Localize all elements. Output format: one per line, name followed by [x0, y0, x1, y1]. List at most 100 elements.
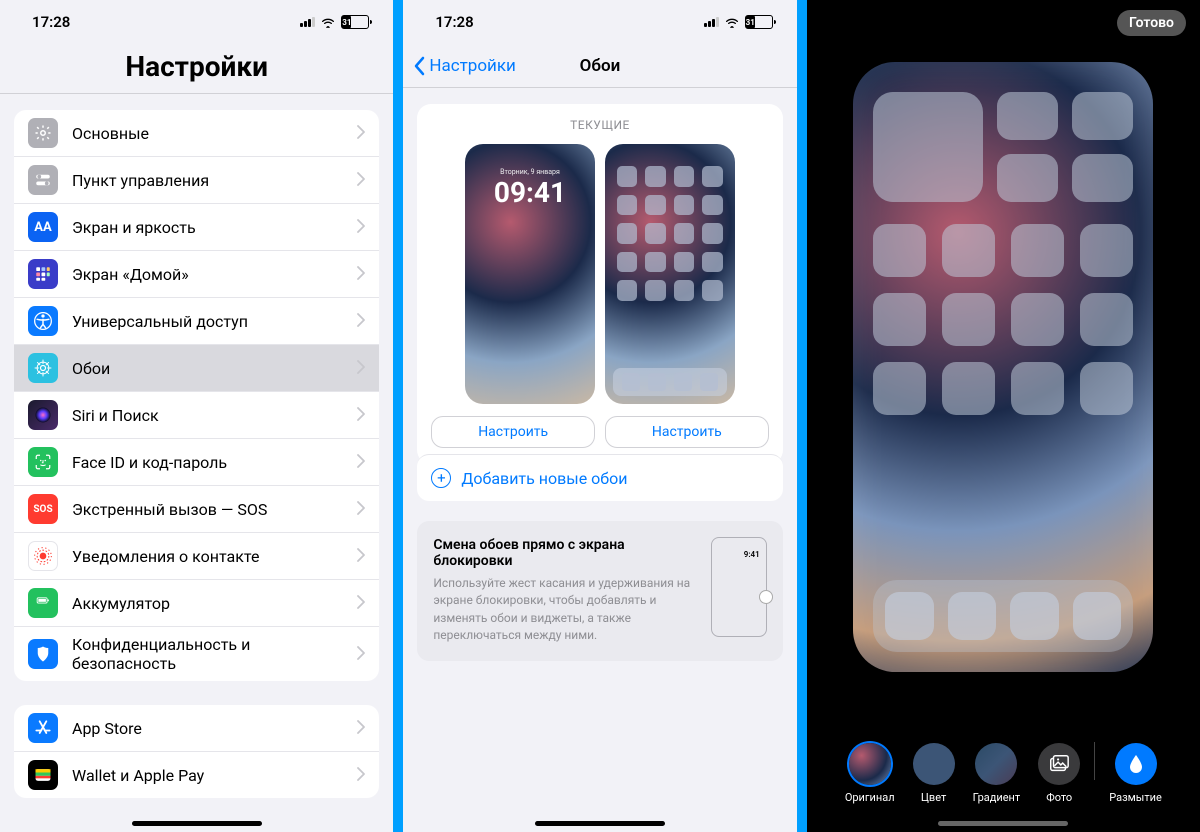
nav-header: Настройки Обои [403, 44, 796, 88]
settings-row-appstore[interactable]: App Store [14, 705, 379, 752]
tool-label: Цвет [921, 791, 946, 804]
status-bar: 17:28 31 [0, 0, 393, 44]
aa-icon: AA [28, 212, 58, 242]
row-label: Обои [72, 359, 357, 378]
wifi-icon [724, 16, 740, 28]
settings-row-privacy[interactable]: Конфиденциальность и безопасность [14, 627, 379, 681]
row-label: Экран и яркость [72, 218, 357, 237]
toolbar-separator [1094, 742, 1095, 780]
row-label: Экстренный вызов — SOS [72, 500, 357, 519]
row-label: App Store [72, 719, 357, 738]
tool-label: Оригинал [845, 791, 895, 804]
battery-icon [28, 588, 58, 618]
home-indicator [535, 821, 665, 826]
editor-toolbar: Оригинал Цвет Градиент Фото Размытие [807, 742, 1200, 804]
tip-illustration: 9:41 [711, 537, 767, 637]
row-label: Wallet и Apple Pay [72, 766, 357, 785]
settings-section: Основные Пункт управления AA Экран и яркост… [14, 110, 379, 681]
plus-icon: + [431, 468, 451, 488]
home-indicator [938, 821, 1068, 826]
chevron-right-icon [357, 265, 365, 284]
gradient-swatch-icon [975, 743, 1017, 785]
row-label: Аккумулятор [72, 594, 357, 613]
droplet-icon [1115, 743, 1157, 785]
homescreen-editor-preview[interactable] [853, 62, 1153, 672]
status-icons: 31 [704, 15, 773, 29]
wallpaper-icon [28, 353, 58, 383]
status-time: 17:28 [32, 13, 70, 31]
settings-row-accessibility[interactable]: Универсальный доступ [14, 298, 379, 345]
settings-row-switches[interactable]: Пункт управления [14, 157, 379, 204]
settings-row-faceid[interactable]: Face ID и код-пароль [14, 439, 379, 486]
settings-section: App Store Wallet и Apple Pay [14, 705, 379, 798]
back-label: Настройки [429, 56, 516, 76]
chevron-right-icon [357, 218, 365, 237]
settings-row-aa[interactable]: AA Экран и яркость [14, 204, 379, 251]
gear-icon [28, 118, 58, 148]
add-wallpaper-button[interactable]: + Добавить новые обои [417, 454, 782, 501]
settings-screen: 17:28 31 Настройки Основные Пункт управле… [0, 0, 393, 832]
configure-lockscreen-button[interactable]: Настроить [431, 416, 595, 448]
settings-row-gear[interactable]: Основные [14, 110, 379, 157]
tool-original[interactable]: Оригинал [845, 743, 895, 804]
tip-title: Смена обоев прямо с экрана блокировки [433, 537, 698, 569]
wallet-icon [28, 760, 58, 790]
faceid-icon [28, 447, 58, 477]
row-label: Основные [72, 124, 357, 143]
battery-icon: 31 [745, 15, 773, 29]
tool-color[interactable]: Цвет [913, 743, 955, 804]
back-button[interactable]: Настройки [413, 56, 516, 76]
tool-photo[interactable]: Фото [1038, 743, 1080, 804]
settings-row-exposure[interactable]: Уведомления о контакте [14, 533, 379, 580]
signal-icon [300, 17, 315, 27]
tool-blur[interactable]: Размытие [1109, 743, 1162, 804]
tool-gradient[interactable]: Градиент [973, 743, 1021, 804]
tip-body: Используйте жест касания и удерживания н… [433, 575, 698, 645]
chevron-right-icon [357, 766, 365, 785]
settings-row-sos[interactable]: SOS Экстренный вызов — SOS [14, 486, 379, 533]
row-label: Уведомления о контакте [72, 547, 357, 566]
settings-row-siri[interactable]: Siri и Поиск [14, 392, 379, 439]
chevron-right-icon [357, 547, 365, 566]
row-label: Siri и Поиск [72, 406, 357, 425]
settings-row-wallet[interactable]: Wallet и Apple Pay [14, 752, 379, 798]
photo-icon [1038, 743, 1080, 785]
current-label: ТЕКУЩИЕ [570, 118, 630, 132]
chevron-right-icon [357, 645, 365, 664]
tool-label: Градиент [973, 791, 1021, 804]
sos-icon: SOS [28, 494, 58, 524]
page-title: Настройки [0, 44, 393, 94]
row-label: Face ID и код-пароль [72, 453, 357, 472]
dock [873, 580, 1133, 653]
wallpaper-content[interactable]: ТЕКУЩИЕ Вторник, 9 января 09:41 Настроит… [403, 88, 796, 832]
chevron-right-icon [357, 500, 365, 519]
chevron-right-icon [357, 124, 365, 143]
chevron-right-icon [357, 171, 365, 190]
swipe-dot-icon [759, 590, 773, 604]
add-wallpaper-label: Добавить новые обои [461, 469, 627, 488]
done-button[interactable]: Готово [1117, 10, 1186, 36]
settings-row-wallpaper[interactable]: Обои [14, 345, 379, 392]
chevron-right-icon [357, 453, 365, 472]
settings-row-grid[interactable]: Экран «Домой» [14, 251, 379, 298]
row-label: Пункт управления [72, 171, 357, 190]
configure-homescreen-button[interactable]: Настроить [605, 416, 769, 448]
lockscreen-preview[interactable]: Вторник, 9 января 09:41 [465, 144, 595, 404]
wallpaper-settings-screen: 17:28 31 Настройки Обои ТЕКУЩИЕ Вторник,… [403, 0, 796, 832]
chevron-left-icon [413, 56, 425, 76]
status-icons: 31 [300, 15, 369, 29]
homescreen-preview[interactable] [605, 144, 735, 404]
chevron-right-icon [357, 312, 365, 331]
settings-list[interactable]: Основные Пункт управления AA Экран и яркост… [0, 94, 393, 832]
tool-label: Фото [1046, 791, 1072, 804]
settings-row-battery[interactable]: Аккумулятор [14, 580, 379, 627]
current-wallpaper-card: ТЕКУЩИЕ Вторник, 9 января 09:41 Настроит… [417, 104, 782, 464]
widget-row [873, 92, 1133, 202]
signal-icon [704, 17, 719, 27]
app-grid [873, 224, 1133, 415]
chevron-right-icon [357, 594, 365, 613]
status-time: 17:28 [435, 13, 473, 31]
row-label: Экран «Домой» [72, 265, 357, 284]
chevron-right-icon [357, 406, 365, 425]
lock-time: 09:41 [465, 176, 595, 209]
